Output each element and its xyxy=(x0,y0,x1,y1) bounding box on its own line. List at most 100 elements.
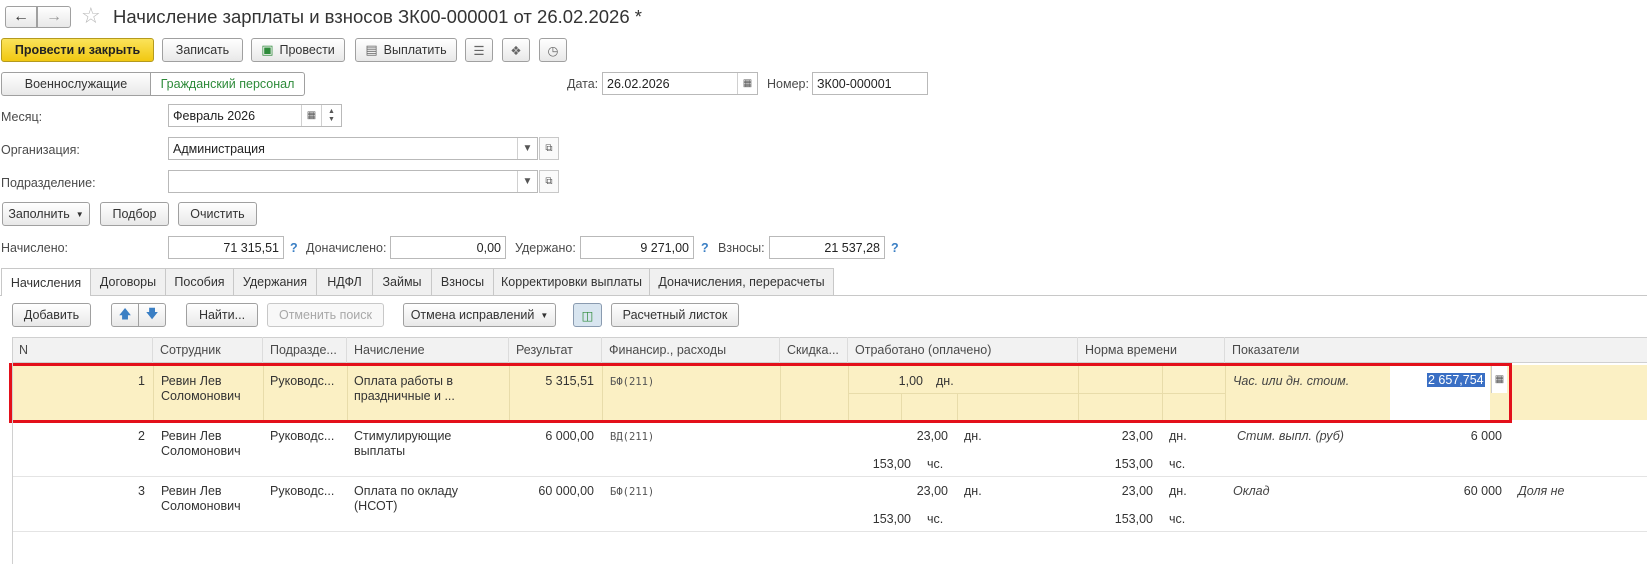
withheld-label: Удержано: xyxy=(515,241,576,255)
dept-label: Подразделение: xyxy=(1,176,96,190)
month-value: Февраль 2026 xyxy=(173,108,256,123)
help-icon[interactable]: ? xyxy=(701,241,709,255)
col-financing[interactable]: Финансир., расходы xyxy=(602,337,780,363)
tab-ndfl[interactable]: НДФЛ xyxy=(316,268,373,295)
tab-panel-border xyxy=(0,295,1647,296)
hours-unit: чс. xyxy=(927,512,944,526)
help-icon[interactable]: ? xyxy=(891,241,899,255)
result: 6 000,00 xyxy=(545,429,594,443)
worked-days: 23,00 xyxy=(916,429,948,443)
tab-recalculations[interactable]: Доначисления, перерасчеты xyxy=(649,268,834,295)
favorite-star-icon[interactable]: ☆ xyxy=(81,3,101,29)
post-and-close-button[interactable]: Провести и закрыть xyxy=(1,38,154,62)
chevron-down-icon: ▼ xyxy=(75,209,84,219)
indicator-name: Оклад xyxy=(1233,484,1270,498)
norm-days-unit: дн. xyxy=(1169,429,1187,443)
accrued-label: Начислено: xyxy=(1,241,69,255)
row-number: 3 xyxy=(138,484,145,498)
dropdown-arrow-icon[interactable]: ▼ xyxy=(517,171,537,192)
date-field[interactable]: 26.02.2026 ▦ xyxy=(602,72,758,95)
month-stepper[interactable]: ▲ ▼ xyxy=(321,105,341,126)
indicator-extra: Доля не xyxy=(1518,484,1565,498)
chevron-down-icon: ▼ xyxy=(540,310,549,320)
calendar-icon[interactable]: ▦ xyxy=(737,73,757,94)
tab-benefits[interactable]: Пособия xyxy=(165,268,234,295)
col-worked[interactable]: Отработано (оплачено) xyxy=(848,337,1078,363)
add-row-button[interactable]: Добавить xyxy=(12,303,91,327)
tab-contributions[interactable]: Взносы xyxy=(431,268,494,295)
employee-name: Ревин Лев xyxy=(161,484,222,498)
financing: БФ(211) xyxy=(610,486,655,498)
department: Руководс... xyxy=(270,484,335,498)
norm-days: 23,00 xyxy=(1121,484,1153,498)
col-norm[interactable]: Норма времени xyxy=(1078,337,1225,363)
withheld-field: 9 271,00 xyxy=(580,236,694,259)
accrual-type: Стимулирующие xyxy=(354,429,452,443)
accrual-type-2: (НСОТ) xyxy=(354,499,398,513)
move-down-icon[interactable]: 🡇 xyxy=(138,303,166,327)
tab-payment-adjustments[interactable]: Корректировки выплаты xyxy=(493,268,650,295)
dept-field[interactable]: ▼ xyxy=(168,170,538,193)
open-org-icon[interactable]: ⧉ xyxy=(539,137,559,160)
accrual-type-2: выплаты xyxy=(354,444,406,458)
fill-button[interactable]: Заполнить ▼ xyxy=(2,202,90,226)
indicator-value: 60 000 xyxy=(1463,484,1502,498)
cancel-search-button[interactable]: Отменить поиск xyxy=(267,303,384,327)
help-icon[interactable]: ? xyxy=(290,241,298,255)
clear-button[interactable]: Очистить xyxy=(178,202,257,226)
post-label: Провести xyxy=(279,43,335,57)
payslip-button[interactable]: Расчетный листок xyxy=(611,303,739,327)
employee-name: Ревин Лев xyxy=(161,429,222,443)
col-discount[interactable]: Скидка... xyxy=(780,337,848,363)
col-result[interactable]: Результат xyxy=(509,337,602,363)
employee-name-2: Соломонович xyxy=(161,444,241,458)
tab-accruals[interactable]: Начисления xyxy=(1,268,91,296)
move-up-icon[interactable]: 🡅 xyxy=(111,303,139,327)
contrib-field: 21 537,28 xyxy=(769,236,885,259)
attachment-icon[interactable]: ❖ xyxy=(502,38,530,62)
tab-military[interactable]: Военнослужащие xyxy=(1,72,151,96)
additional-field: 0,00 xyxy=(390,236,506,259)
number-label: Номер: xyxy=(767,77,809,91)
col-indicators[interactable]: Показатели xyxy=(1225,337,1647,363)
forward-button[interactable]: → xyxy=(37,6,71,28)
department: Руководс... xyxy=(270,429,335,443)
employee-name-2: Соломонович xyxy=(161,499,241,513)
col-n[interactable]: N xyxy=(12,337,153,363)
post-button[interactable]: ▣ Провести xyxy=(251,38,345,62)
post-icon: ▣ xyxy=(261,42,274,57)
financing: ВД(211) xyxy=(610,431,655,443)
col-accrual[interactable]: Начисление xyxy=(347,337,509,363)
fill-label: Заполнить xyxy=(8,207,70,221)
worked-hours: 153,00 xyxy=(872,512,911,526)
save-button[interactable]: Записать xyxy=(162,38,243,62)
days-unit: дн. xyxy=(964,484,982,498)
norm-hours: 153,00 xyxy=(1114,512,1153,526)
tab-loans[interactable]: Займы xyxy=(372,268,432,295)
table-settings-icon[interactable]: ◫ xyxy=(573,303,602,327)
norm-days: 23,00 xyxy=(1121,429,1153,443)
tab-contracts[interactable]: Договоры xyxy=(90,268,166,295)
calendar-icon[interactable]: ▦ xyxy=(301,105,321,126)
pay-button[interactable]: ▤ Выплатить xyxy=(355,38,457,62)
cancel-corrections-button[interactable]: Отмена исправлений ▼ xyxy=(403,303,556,327)
open-dept-icon[interactable]: ⧉ xyxy=(539,170,559,193)
back-button[interactable]: ← xyxy=(5,6,37,28)
number-field[interactable]: ЗК00-000001 xyxy=(812,72,928,95)
pick-button[interactable]: Подбор xyxy=(100,202,169,226)
dropdown-arrow-icon[interactable]: ▼ xyxy=(517,138,537,159)
days-unit: дн. xyxy=(964,429,982,443)
month-field[interactable]: Февраль 2026 ▦ ▲ ▼ xyxy=(168,104,342,127)
indicator-name: Стим. выпл. (руб) xyxy=(1237,429,1344,443)
find-button[interactable]: Найти... xyxy=(186,303,258,327)
worked-days: 23,00 xyxy=(916,484,948,498)
tab-deductions[interactable]: Удержания xyxy=(233,268,317,295)
cancel-corrections-label: Отмена исправлений xyxy=(410,308,535,322)
col-department[interactable]: Подразде... xyxy=(263,337,347,363)
col-employee[interactable]: Сотрудник xyxy=(153,337,263,363)
accrued-field: 71 315,51 xyxy=(168,236,284,259)
org-field[interactable]: Администрация ▼ xyxy=(168,137,538,160)
report-icon[interactable]: ☰ xyxy=(465,38,493,62)
history-icon[interactable]: ◷ xyxy=(539,38,567,62)
tab-civilian[interactable]: Гражданский персонал xyxy=(150,72,305,96)
